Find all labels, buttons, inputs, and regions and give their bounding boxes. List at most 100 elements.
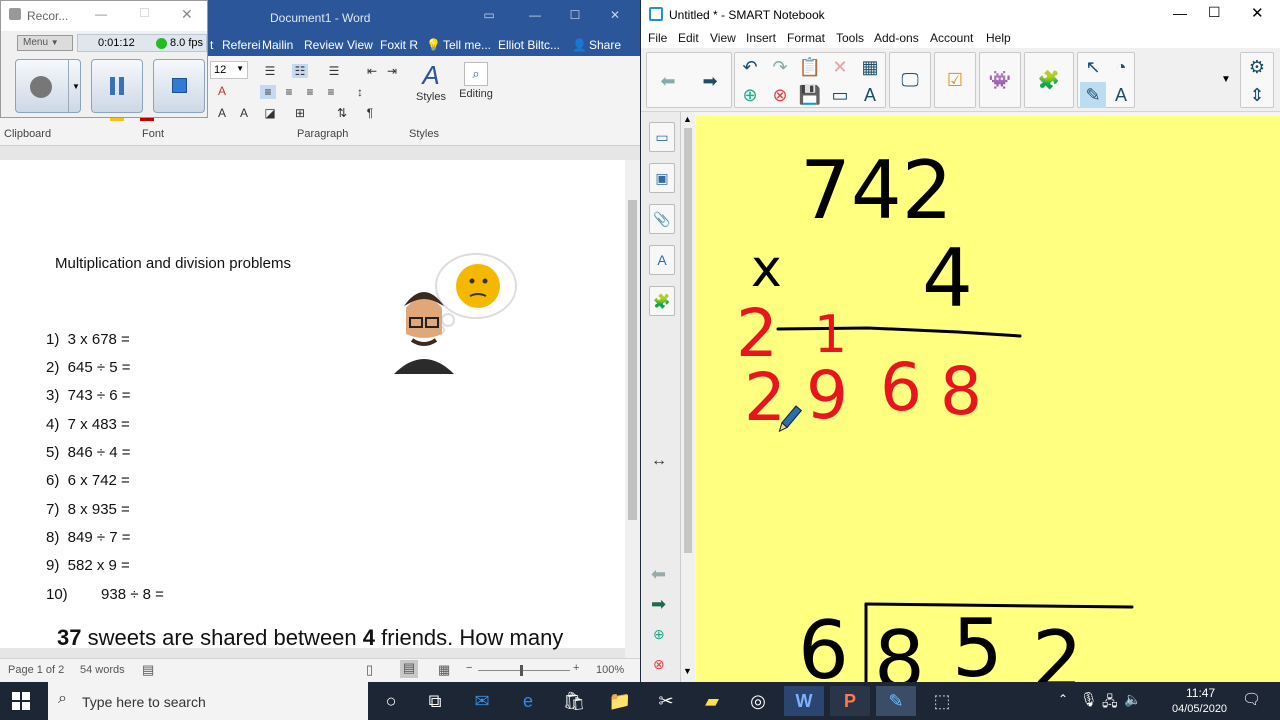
tab-properties[interactable]: A bbox=[649, 245, 675, 275]
gear-icon[interactable]: ⚙ bbox=[1244, 54, 1270, 80]
mail-icon[interactable]: ✉ bbox=[462, 686, 502, 716]
pens-icon[interactable]: ✎ bbox=[1080, 82, 1106, 108]
undo-icon[interactable]: ↶ bbox=[737, 54, 763, 80]
chrome-icon[interactable]: ◎ bbox=[738, 686, 778, 716]
proofing-icon[interactable]: ▤ bbox=[142, 662, 154, 678]
show-hidden-icons[interactable]: ⌃ bbox=[1058, 692, 1068, 706]
align-right-icon[interactable]: ≡ bbox=[302, 85, 318, 99]
menu-view[interactable]: View bbox=[710, 31, 736, 45]
share-button[interactable]: Share bbox=[589, 38, 621, 52]
maximize-icon[interactable]: ☐ bbox=[568, 8, 582, 22]
menu-help[interactable]: Help bbox=[986, 31, 1011, 45]
show-marks-icon[interactable]: ¶ bbox=[362, 106, 378, 120]
zoom-out-icon[interactable]: − bbox=[466, 662, 472, 674]
clear-formatting-icon[interactable]: A bbox=[214, 84, 230, 98]
tab-attachments[interactable]: 📎 bbox=[649, 204, 675, 234]
grow-font-icon[interactable]: A bbox=[214, 106, 230, 120]
multilevel-list-icon[interactable]: ☰ bbox=[326, 64, 342, 78]
bullets-icon[interactable]: ☰ bbox=[262, 64, 278, 78]
delete-page-icon[interactable]: ⊗ bbox=[653, 656, 665, 673]
activity-builder-icon[interactable]: 👾 bbox=[987, 67, 1013, 93]
save-icon[interactable]: 💾 bbox=[797, 82, 823, 108]
menu-addons[interactable]: Add-ons bbox=[874, 31, 919, 45]
pause-button[interactable] bbox=[91, 59, 143, 113]
toolbar-overflow-icon[interactable]: ▼ bbox=[1221, 74, 1231, 85]
shading-icon[interactable]: ◪ bbox=[262, 106, 278, 120]
justify-icon[interactable]: ≡ bbox=[323, 85, 339, 99]
zoom-slider[interactable] bbox=[478, 670, 570, 671]
powerpoint-icon[interactable]: P bbox=[830, 686, 870, 716]
display-icon[interactable]: 🖵 bbox=[897, 67, 923, 93]
tell-me-box[interactable]: Tell me... bbox=[443, 38, 491, 52]
select-arrow-icon[interactable]: ↖ bbox=[1080, 54, 1106, 80]
shapes-icon[interactable]: ◔ bbox=[1108, 54, 1134, 80]
tab-view[interactable]: View bbox=[347, 38, 373, 52]
tab-gallery[interactable]: ▣ bbox=[649, 163, 675, 193]
tab-references[interactable]: Referei bbox=[222, 38, 261, 52]
previous-page-icon[interactable]: ⬅ bbox=[655, 68, 681, 94]
task-view-icon[interactable]: ⧉ bbox=[415, 686, 455, 716]
clock-time[interactable]: 11:47 bbox=[1186, 686, 1215, 700]
shrink-font-icon[interactable]: A bbox=[236, 106, 252, 120]
menu-edit[interactable]: Edit bbox=[678, 31, 699, 45]
table-icon[interactable]: ▦ bbox=[857, 54, 883, 80]
record-button[interactable]: ▼ bbox=[15, 59, 81, 113]
word-count[interactable]: 54 words bbox=[80, 664, 125, 676]
next-page-icon[interactable]: ➡ bbox=[697, 68, 723, 94]
edge-icon[interactable]: e bbox=[508, 686, 548, 716]
volume-icon[interactable]: 🔈 bbox=[1124, 691, 1141, 708]
snipping-tool-icon[interactable]: ✂ bbox=[646, 686, 686, 716]
file-explorer-icon[interactable]: 📁 bbox=[600, 686, 640, 716]
tab-review[interactable]: Review bbox=[304, 38, 343, 52]
recorder-minimize-icon[interactable]: — bbox=[95, 7, 107, 21]
decrease-indent-icon[interactable]: ⇤ bbox=[364, 64, 380, 78]
recorder-maximize-icon[interactable]: ☐ bbox=[139, 6, 150, 20]
zoom-in-icon[interactable]: + bbox=[573, 662, 579, 674]
menu-tools[interactable]: Tools bbox=[836, 31, 864, 45]
resize-sidebar-icon[interactable]: ↔ bbox=[651, 452, 667, 470]
recorder-menu-button[interactable]: Menu ▼ bbox=[17, 35, 73, 51]
scroll-up-icon[interactable]: ▲ bbox=[683, 114, 692, 124]
redo-icon[interactable]: ↷ bbox=[767, 54, 793, 80]
styles-button[interactable]: A Styles bbox=[412, 60, 450, 120]
scrollbar-thumb[interactable] bbox=[684, 128, 692, 553]
recorder-close-icon[interactable]: ✕ bbox=[181, 6, 193, 23]
cortana-icon[interactable]: ○ bbox=[371, 686, 411, 716]
text-recognition-icon[interactable]: A bbox=[857, 82, 883, 108]
text-tool-icon[interactable]: A bbox=[1108, 82, 1134, 108]
print-layout-icon[interactable]: ▤ bbox=[400, 660, 418, 678]
read-mode-icon[interactable]: ▯ bbox=[366, 662, 373, 678]
tab-addons[interactable]: 🧩 bbox=[649, 286, 675, 316]
align-center-icon[interactable]: ≡ bbox=[281, 85, 297, 99]
editing-button[interactable]: ⌕ Editing bbox=[456, 60, 496, 120]
word-vertical-scrollbar[interactable] bbox=[625, 160, 640, 658]
sort-icon[interactable]: ⇅ bbox=[334, 106, 350, 120]
network-icon[interactable]: 🖧 bbox=[1102, 691, 1118, 715]
web-layout-icon[interactable]: ▦ bbox=[438, 662, 450, 678]
borders-icon[interactable]: ⊞ bbox=[292, 106, 308, 120]
line-spacing-icon[interactable]: ↕ bbox=[352, 85, 368, 99]
whiteboard-canvas[interactable]: 742 x 4 2 1 2 9 6 8 6 8 5 2 bbox=[696, 116, 1280, 682]
tab-layout[interactable]: t bbox=[210, 38, 213, 52]
increase-indent-icon[interactable]: ⇥ bbox=[384, 64, 400, 78]
sticky-notes-icon[interactable]: ▰ bbox=[692, 686, 732, 716]
minimize-icon[interactable]: — bbox=[528, 8, 542, 22]
page-count[interactable]: Page 1 of 2 bbox=[8, 664, 64, 676]
ribbon-display-icon[interactable]: ▭ bbox=[482, 8, 496, 22]
close-icon[interactable]: ✕ bbox=[608, 8, 622, 22]
add-page-icon[interactable]: ⊕ bbox=[737, 82, 763, 108]
scroll-down-icon[interactable]: ▼ bbox=[683, 666, 692, 676]
menu-file[interactable]: File bbox=[648, 31, 667, 45]
tab-foxit[interactable]: Foxit R bbox=[380, 38, 418, 52]
menu-account[interactable]: Account bbox=[930, 31, 973, 45]
add-page-icon[interactable]: ⊕ bbox=[653, 626, 665, 643]
scrollbar-thumb[interactable] bbox=[628, 200, 637, 520]
notifications-icon[interactable]: 🗨 bbox=[1242, 690, 1261, 708]
document-page[interactable]: Multiplication and division problems 1) … bbox=[0, 160, 625, 650]
windows-start-icon[interactable] bbox=[12, 692, 30, 710]
zoom-level[interactable]: 100% bbox=[596, 664, 624, 676]
menu-format[interactable]: Format bbox=[787, 31, 825, 45]
screen-shade-icon[interactable]: ▭ bbox=[827, 82, 853, 108]
tab-mailings[interactable]: Mailin bbox=[262, 38, 293, 52]
smart-notebook-taskbar-icon[interactable]: ✎ bbox=[876, 686, 916, 716]
